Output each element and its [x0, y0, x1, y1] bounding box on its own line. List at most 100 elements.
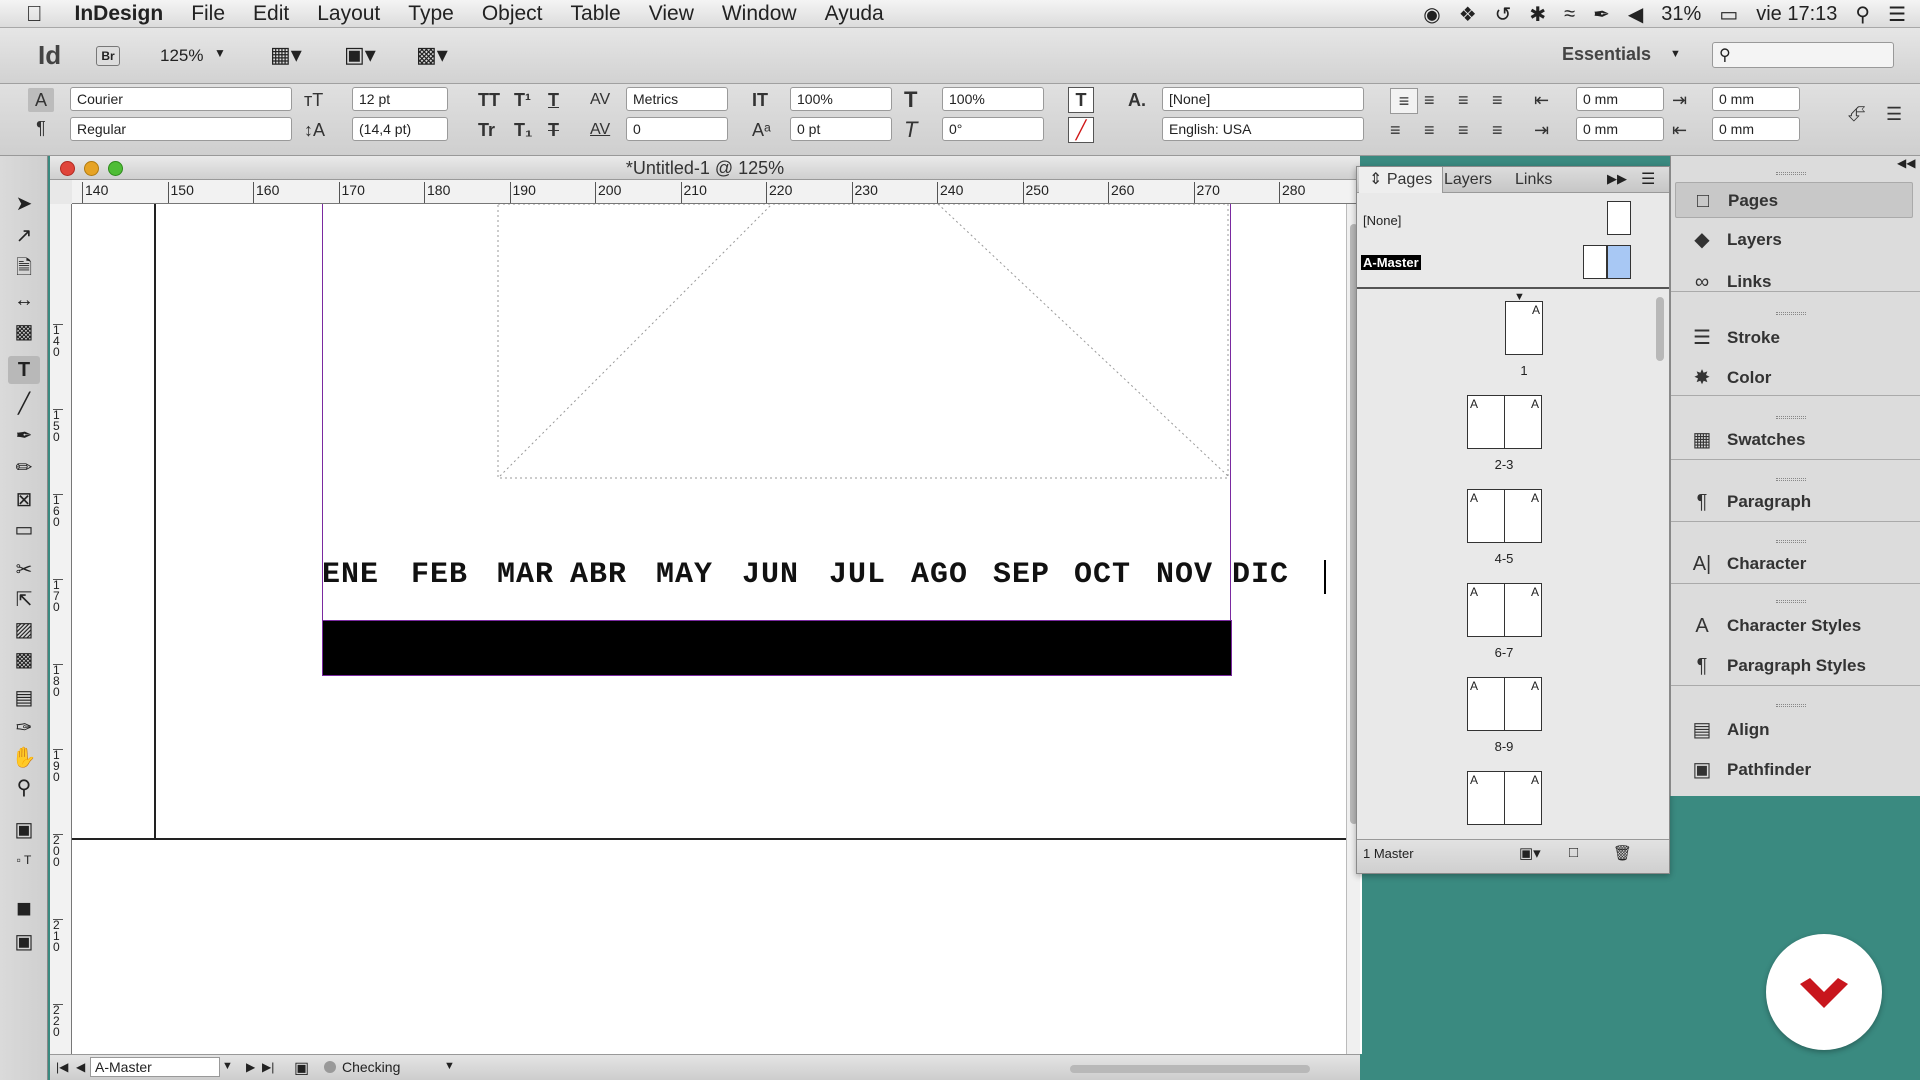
subscript-icon[interactable]: T₁: [514, 118, 532, 142]
group-grip[interactable]: [1776, 172, 1806, 175]
fill-stroke-icon[interactable]: ▣: [8, 816, 40, 844]
skew-field[interactable]: 0°: [942, 117, 1044, 141]
page-thumbnail[interactable]: A: [1467, 771, 1505, 825]
first-page-icon[interactable]: |◀: [56, 1060, 68, 1074]
horizontal-ruler[interactable]: 140 150 160 170 180 190 200 210 220 230 240 250 260 2…: [72, 180, 1360, 204]
bridge-button[interactable]: Br: [96, 46, 120, 66]
leading-field[interactable]: (14,4 pt): [352, 117, 448, 141]
text-fill-icon[interactable]: T: [1068, 87, 1094, 113]
gradient-swatch-tool-icon[interactable]: ▨: [8, 616, 40, 644]
content-collector-icon[interactable]: ▩: [8, 318, 40, 346]
kerning-field[interactable]: Metrics: [626, 87, 728, 111]
menu-window[interactable]: Window: [708, 2, 811, 26]
open-page-icon[interactable]: ▣: [294, 1058, 309, 1078]
tab-pages[interactable]: ⇕ Pages: [1359, 167, 1444, 193]
chevron-down-icon[interactable]: ▼: [214, 46, 226, 60]
dock-item-paragraph[interactable]: ¶ Paragraph: [1675, 484, 1913, 520]
eyedropper-tool-icon[interactable]: ✑: [8, 714, 40, 742]
group-grip[interactable]: [1776, 416, 1806, 419]
page-thumbnail[interactable]: A: [1504, 677, 1542, 731]
superscript-icon[interactable]: T¹: [514, 88, 531, 112]
zoom-window-icon[interactable]: [108, 161, 123, 176]
group-grip[interactable]: [1776, 704, 1806, 707]
gradient-feather-tool-icon[interactable]: ▩: [8, 646, 40, 674]
dock-item-character[interactable]: A| Character: [1675, 546, 1913, 582]
align-towards-spine-icon[interactable]: ≡: [1492, 88, 1503, 112]
expand-icon[interactable]: ▶▶: [1607, 171, 1627, 187]
formatting-affects-icon[interactable]: ▫ T: [8, 846, 40, 874]
volume-icon[interactable]: ◀: [1628, 2, 1643, 27]
page-canvas[interactable]: ENE FEB MAR ABR MAY JUN JUL AGO SEP OCT …: [72, 204, 1362, 1054]
previous-page-icon[interactable]: ◀: [76, 1060, 85, 1074]
trash-icon[interactable]: 🗑: [1613, 844, 1632, 862]
menu-app-name[interactable]: InDesign: [61, 2, 178, 26]
page-thumbnail[interactable]: A: [1504, 583, 1542, 637]
rectangle-frame-tool-icon[interactable]: ⊠: [8, 486, 40, 514]
character-style-field[interactable]: [None]: [1162, 87, 1364, 111]
vertical-scale-field[interactable]: 100%: [790, 87, 892, 111]
free-transform-tool-icon[interactable]: ⇱: [8, 586, 40, 614]
screen-mode-icon[interactable]: ▣: [8, 928, 40, 956]
bluetooth-icon[interactable]: ✱: [1529, 2, 1546, 27]
horizontal-scale-field[interactable]: 100%: [942, 87, 1044, 111]
page-number-field[interactable]: A-Master: [90, 1057, 220, 1077]
group-grip[interactable]: [1776, 478, 1806, 481]
hand-tool-icon[interactable]: ✋: [8, 744, 40, 772]
selection-tool-icon[interactable]: ➤: [8, 190, 40, 218]
paragraph-mode-icon[interactable]: ¶: [28, 116, 54, 140]
page-thumbnail[interactable]: A: [1504, 395, 1542, 449]
tracking-field[interactable]: 0: [626, 117, 728, 141]
last-line-indent-field[interactable]: 0 mm: [1712, 117, 1800, 141]
zoom-level[interactable]: 125%: [160, 46, 203, 66]
black-rectangle[interactable]: [322, 620, 1232, 676]
group-grip[interactable]: [1776, 540, 1806, 543]
dock-item-color[interactable]: ✸ Color: [1675, 360, 1913, 396]
last-page-icon[interactable]: ▶|: [262, 1060, 274, 1074]
font-family-field[interactable]: Courier: [70, 87, 292, 111]
menu-file[interactable]: File: [177, 2, 239, 26]
justify-all-icon[interactable]: ≡: [1492, 118, 1503, 142]
pages-scrollbar[interactable]: [1653, 291, 1667, 839]
dock-item-pages[interactable]: □ Pages: [1675, 182, 1913, 218]
a-master-right-thumbnail[interactable]: [1607, 245, 1631, 279]
dock-item-swatches[interactable]: ▦ Swatches: [1675, 422, 1913, 458]
spotlight-icon[interactable]: ⚲: [1855, 2, 1870, 27]
tab-layers[interactable]: Layers: [1434, 167, 1502, 193]
tab-links[interactable]: Links: [1505, 167, 1562, 193]
workspace-switcher[interactable]: Essentials: [1562, 44, 1651, 65]
graphic-frame[interactable]: [72, 204, 1362, 844]
collapse-dock-icon[interactable]: ◀◀: [1897, 156, 1915, 170]
chevron-down-icon[interactable]: ▼: [222, 1060, 233, 1072]
justify-center-icon[interactable]: ≡: [1424, 118, 1435, 142]
dock-item-layers[interactable]: ◆ Layers: [1675, 222, 1913, 258]
menu-layout[interactable]: Layout: [303, 2, 394, 26]
arrange-documents-icon[interactable]: ▩▾: [416, 42, 448, 68]
justify-left-icon[interactable]: ≡: [1390, 118, 1401, 142]
chevron-down-icon[interactable]: ▼: [444, 1060, 455, 1072]
panel-menu-icon[interactable]: ☰: [1886, 102, 1902, 126]
rectangle-tool-icon[interactable]: ▭: [8, 516, 40, 544]
text-stroke-none-icon[interactable]: ╱: [1068, 117, 1094, 143]
line-tool-icon[interactable]: ╱: [8, 390, 40, 418]
first-line-indent-field[interactable]: 0 mm: [1576, 117, 1664, 141]
months-text-frame[interactable]: ENE FEB MAR ABR MAY JUN JUL AGO SEP OCT …: [322, 558, 1326, 596]
all-caps-icon[interactable]: TT: [478, 88, 500, 112]
menu-view[interactable]: View: [635, 2, 708, 26]
time-machine-icon[interactable]: ↺: [1495, 2, 1512, 27]
a-master-label[interactable]: A-Master: [1361, 255, 1421, 270]
close-icon[interactable]: [60, 161, 75, 176]
dropbox-icon[interactable]: ❖: [1459, 2, 1477, 27]
page-thumbnail[interactable]: A: [1504, 771, 1542, 825]
chevron-down-icon[interactable]: ▼: [1670, 48, 1681, 60]
type-tool-icon[interactable]: T: [8, 356, 40, 384]
small-caps-icon[interactable]: Tr: [478, 118, 495, 142]
align-left-icon[interactable]: ≡: [1390, 88, 1418, 114]
horizontal-scrollbar[interactable]: [470, 1065, 1330, 1073]
minimize-icon[interactable]: [84, 161, 99, 176]
dock-item-paragraph-styles[interactable]: ¶ Paragraph Styles: [1675, 648, 1913, 684]
menu-object[interactable]: Object: [468, 2, 557, 26]
normal-view-icon[interactable]: ■: [8, 894, 40, 922]
menu-type[interactable]: Type: [394, 2, 468, 26]
page-thumbnail[interactable]: A: [1505, 301, 1543, 355]
list-icon[interactable]: ☰: [1888, 2, 1906, 27]
